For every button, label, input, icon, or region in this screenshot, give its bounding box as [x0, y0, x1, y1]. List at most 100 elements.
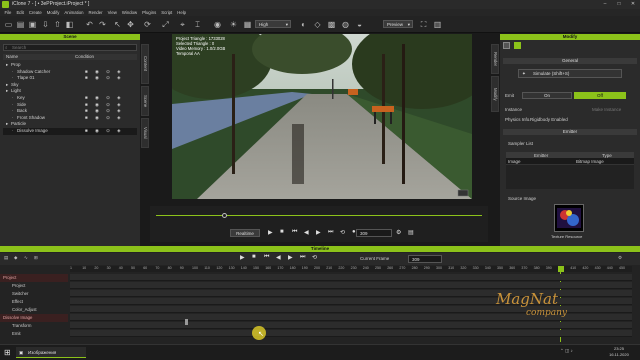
light-icon[interactable]: ☀ — [228, 19, 239, 30]
emit-off-button[interactable]: Off — [574, 92, 626, 99]
timeline-stop-icon[interactable]: ■ — [252, 254, 256, 260]
source-image-thumbnail[interactable] — [554, 204, 584, 232]
tab-content[interactable]: Content — [141, 44, 149, 84]
play-icon[interactable]: ▶ — [268, 229, 273, 236]
timeline-track-lane[interactable] — [70, 282, 632, 289]
expand-icon[interactable]: ▸ — [6, 88, 8, 95]
texture-icon[interactable]: ▩ — [326, 19, 337, 30]
menu-item[interactable]: Animation — [62, 9, 86, 16]
undo-icon[interactable]: ↶ — [84, 19, 95, 30]
timeline-track-lane[interactable] — [70, 322, 632, 329]
expand-icon[interactable]: ▸ — [6, 121, 8, 128]
timeline-settings-icon[interactable]: ⚙ — [618, 255, 622, 261]
new-project-icon[interactable]: ▭ — [3, 19, 14, 30]
last-frame-icon[interactable]: ⏭ — [328, 229, 333, 236]
emitter-section[interactable]: Emitter — [503, 129, 637, 135]
scene-tree-row[interactable]: ▸ Particle — [3, 121, 137, 128]
timeline-play-icon[interactable]: ▶ — [240, 254, 245, 261]
prev-frame-icon[interactable]: ◀ — [304, 229, 309, 236]
make-instance-button[interactable]: Make Instance — [592, 107, 621, 112]
ibl-icon[interactable]: ◍ — [340, 19, 351, 30]
sampler-row[interactable]: Image Bitmap Image — [506, 158, 634, 165]
snap-icon[interactable]: ⌖ — [177, 19, 188, 30]
grid-icon[interactable]: ▦ — [242, 19, 253, 30]
viewport-scrubber[interactable] — [156, 215, 482, 216]
save-icon[interactable]: ▣ — [27, 19, 38, 30]
shadow-icon[interactable]: ◒ — [354, 19, 365, 30]
timeline-track-label[interactable]: Emit — [0, 330, 68, 338]
frame-input[interactable]: 309 — [356, 229, 392, 237]
visibility-icons[interactable]: ■ ◉ ⊙ ◈ — [85, 115, 124, 122]
filter-icon[interactable]: ⊞ — [34, 255, 38, 261]
timeline-track-label[interactable]: Project — [0, 282, 68, 290]
scene-tree-row[interactable]: · Shadow Catcher ■ ◉ ⊙ ◈ — [3, 69, 137, 76]
render-icon[interactable]: ◧ — [64, 19, 75, 30]
export-icon[interactable]: ⇧ — [52, 19, 63, 30]
timeline-last-icon[interactable]: ⏭ — [300, 254, 305, 261]
rotate-icon[interactable]: ⟳ — [142, 19, 153, 30]
menu-item[interactable]: Edit — [14, 9, 26, 16]
scene-tree-row[interactable]: ▸ Light — [3, 88, 137, 95]
tray-icons[interactable]: ⌃ ◫ ♪ — [560, 348, 573, 354]
visibility-icons[interactable]: ■ ◉ ⊙ ◈ — [85, 75, 124, 82]
timeline-track-label[interactable]: Project — [0, 274, 68, 282]
current-frame-input[interactable]: 309 — [408, 255, 442, 263]
timeline-track-label[interactable]: Dissolve Image — [0, 314, 68, 322]
menu-item[interactable]: View — [105, 9, 119, 16]
timeline-track-label[interactable]: Color_Adjust — [0, 306, 68, 314]
timeline-track-lane[interactable] — [70, 330, 632, 337]
timeline-loop-icon[interactable]: ⟲ — [312, 254, 317, 261]
scene-search-input[interactable]: ⌕ Search — [3, 44, 137, 51]
menu-item[interactable]: Render — [86, 9, 105, 16]
scene-tree-row[interactable]: ▸ Sky — [3, 82, 137, 89]
select-icon[interactable]: ↖ — [112, 19, 123, 30]
redo-icon[interactable]: ↷ — [97, 19, 108, 30]
scene-tree-row[interactable]: · Front Shadow ■ ◉ ⊙ ◈ — [3, 115, 137, 122]
open-folder-icon[interactable]: ▤ — [15, 19, 26, 30]
camera-icon[interactable]: ◉ — [212, 19, 223, 30]
visibility-icons[interactable]: ■ ◉ ⊙ ◈ — [85, 102, 124, 109]
curve-icon[interactable]: ∿ — [24, 255, 28, 261]
clock[interactable]: 23:25 16.11.2020 — [600, 346, 638, 358]
timeline-track-label[interactable]: Transform — [0, 322, 68, 330]
settings-icon[interactable]: ⚙ — [396, 229, 401, 236]
windows-start-icon[interactable]: ⊞ — [4, 348, 11, 357]
3d-viewport[interactable]: Project Triangle : 1733028 Selected Tria… — [172, 34, 472, 199]
minimize-icon[interactable]: – — [598, 0, 612, 9]
maximize-icon[interactable]: □ — [612, 0, 626, 9]
fullscreen-icon[interactable]: ⛶ — [418, 19, 429, 30]
texture-resource-link[interactable]: Texture Resource — [551, 234, 582, 239]
visibility-icons[interactable]: ■ ◉ ⊙ ◈ — [85, 128, 124, 135]
scrubber-handle[interactable] — [222, 213, 227, 218]
menu-item[interactable]: Help — [175, 9, 189, 16]
next-frame-icon[interactable]: ▶ — [316, 229, 321, 236]
move-icon[interactable]: ✥ — [125, 19, 136, 30]
scene-tree-row[interactable]: ▸ Prop — [3, 62, 137, 69]
menu-item[interactable]: Plugins — [140, 9, 159, 16]
scale-icon[interactable]: ⤢ — [160, 19, 171, 30]
timeline-track-label[interactable]: Effect — [0, 298, 68, 306]
menu-item[interactable]: Create — [26, 9, 44, 16]
general-section[interactable]: General — [503, 58, 637, 64]
stop-icon[interactable]: ■ — [280, 229, 284, 235]
tab-scene[interactable]: Scene — [141, 86, 149, 116]
loop-icon[interactable]: ⟲ — [340, 229, 345, 236]
quality-dropdown[interactable]: High ▾ — [255, 20, 291, 28]
timeline-track-label[interactable]: Switcher — [0, 290, 68, 298]
expand-icon[interactable]: ▸ — [6, 82, 8, 89]
timeline-next-icon[interactable]: ▶ — [288, 254, 293, 261]
first-frame-icon[interactable]: ⏮ — [292, 229, 297, 236]
track-list-icon[interactable]: ▤ — [4, 255, 8, 261]
timeline-toggle-icon[interactable]: ▤ — [408, 229, 414, 236]
tab-modify[interactable]: Modify — [491, 76, 499, 112]
expand-icon[interactable]: ▸ — [6, 62, 8, 69]
shading-icon[interactable]: ◐ — [298, 19, 309, 30]
scene-tree-row[interactable]: · Key ■ ◉ ⊙ ◈ — [3, 95, 137, 102]
import-icon[interactable]: ⇩ — [40, 19, 51, 30]
timeline-prev-icon[interactable]: ◀ — [276, 254, 281, 261]
realtime-dropdown[interactable]: Realtime — [230, 229, 260, 237]
wireframe-icon[interactable]: ◇ — [312, 19, 323, 30]
menu-item[interactable]: Script — [159, 9, 175, 16]
scene-tree-row[interactable]: · Side ■ ◉ ⊙ ◈ — [3, 102, 137, 109]
scene-tree-row[interactable]: · Dissolve Image ■ ◉ ⊙ ◈ — [3, 128, 137, 135]
